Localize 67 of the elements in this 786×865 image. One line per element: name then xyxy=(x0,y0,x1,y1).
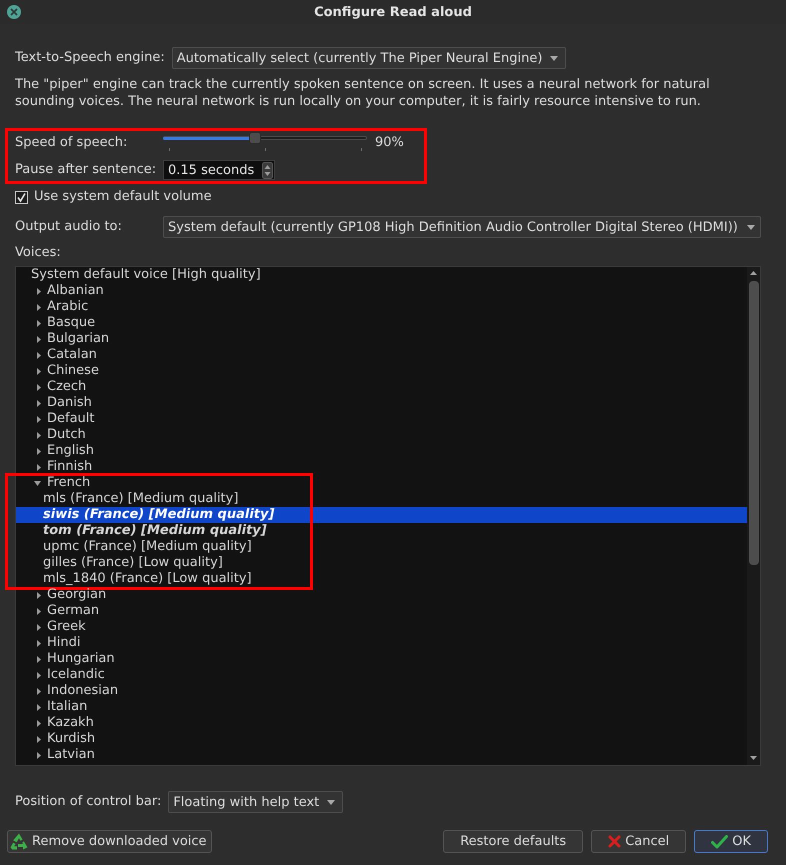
tree-item[interactable]: Arabic xyxy=(16,299,747,315)
tree-item[interactable]: System default voice [High quality] xyxy=(16,267,747,283)
scroll-up-icon[interactable] xyxy=(750,271,757,275)
tree-item[interactable]: upmc (France) [Medium quality] xyxy=(16,539,747,555)
dropdown[interactable]: Automatically select (currently The Piper Neural Engine) xyxy=(172,47,566,69)
tree-item[interactable]: mls_1840 (France) [Low quality] xyxy=(16,571,747,587)
caret-icon xyxy=(327,800,336,804)
tree-item[interactable]: mls (France) [Medium quality] xyxy=(16,491,747,507)
spin-box[interactable]: 0.15 seconds xyxy=(163,160,275,180)
slider-value: 90% xyxy=(375,135,404,151)
cross-icon xyxy=(608,835,622,848)
tree-item[interactable]: Greek xyxy=(16,619,747,635)
tree-item[interactable]: Indonesian xyxy=(16,683,747,699)
dropdown[interactable]: Floating with help text xyxy=(168,791,344,813)
slider-track[interactable] xyxy=(163,134,367,152)
field-label: Text-to-Speech engine: xyxy=(15,50,165,66)
tree-item[interactable]: siwis (France) [Medium quality] xyxy=(16,507,747,523)
field-label: Voices: xyxy=(15,245,62,261)
slider-tick xyxy=(265,148,266,151)
tree-item[interactable]: Bulgarian xyxy=(16,331,747,347)
window-title: Configure Read aloud xyxy=(313,4,473,20)
tree-item[interactable]: Hungarian xyxy=(16,651,747,667)
description-text: The "piper" engine can track the currently spoken sentence on screen. It uses a neural network for natural sounding voices. The neural network is run locally on your computer, it is fairly resource intensive to run. xyxy=(15,76,711,110)
tree-item[interactable]: English xyxy=(16,443,747,459)
remove-voice-button[interactable]: Remove downloaded voice xyxy=(7,830,212,853)
tree-item[interactable]: Dutch xyxy=(16,427,747,443)
tree-item[interactable]: French xyxy=(16,475,747,491)
tree-item[interactable]: Catalan xyxy=(16,347,747,363)
tree-item[interactable]: Kazakh xyxy=(16,715,747,731)
spin-arrows-icon xyxy=(262,162,273,178)
tree-item[interactable]: Hindi xyxy=(16,635,747,651)
scrollbar[interactable] xyxy=(747,267,760,765)
tree-item[interactable]: German xyxy=(16,603,747,619)
tree-item[interactable]: Icelandic xyxy=(16,667,747,683)
slider-handle[interactable] xyxy=(249,132,262,144)
tree-item[interactable]: tom (France) [Medium quality] xyxy=(16,523,747,539)
slider-tick xyxy=(361,148,362,151)
tree-item[interactable]: Finnish xyxy=(16,459,747,475)
tree-item[interactable]: Default xyxy=(16,411,747,427)
dialog-button[interactable]: Cancel xyxy=(591,830,686,853)
field-label: Output audio to: xyxy=(15,219,123,235)
tree-item[interactable]: Kurdish xyxy=(16,731,747,747)
checkbox-label[interactable]: Use system default volume xyxy=(34,189,212,205)
tree-item[interactable]: Chinese xyxy=(16,363,747,379)
dialog-button[interactable]: OK xyxy=(694,830,768,853)
checkbox[interactable] xyxy=(15,190,28,204)
scroll-down-icon[interactable] xyxy=(750,756,757,760)
check-icon xyxy=(711,834,728,848)
recycle-icon xyxy=(10,833,28,850)
tree-item[interactable]: Danish xyxy=(16,395,747,411)
tree-item[interactable]: Latvian xyxy=(16,747,747,763)
field-label: Speed of speech: xyxy=(15,135,128,151)
caret-icon xyxy=(747,224,755,230)
close-icon[interactable] xyxy=(7,5,21,19)
slider-tick xyxy=(169,148,170,151)
scrollbar-thumb[interactable] xyxy=(748,281,758,565)
tree-item[interactable]: Georgian xyxy=(16,587,747,603)
tree-item[interactable]: Albanian xyxy=(16,283,747,299)
dropdown[interactable]: System default (currently GP108 High Definition Audio Controller Digital Stereo (HDMI)) xyxy=(163,216,761,238)
field-label: Position of control bar: xyxy=(15,794,162,810)
caret-icon xyxy=(550,56,558,60)
tree-item[interactable]: Italian xyxy=(16,699,747,715)
tree-item[interactable]: Basque xyxy=(16,315,747,331)
dialog-button[interactable]: Restore defaults xyxy=(443,830,584,853)
tree-item[interactable]: gilles (France) [Low quality] xyxy=(16,555,747,571)
tree-item[interactable]: Czech xyxy=(16,379,747,395)
field-label: Pause after sentence: xyxy=(15,162,158,178)
